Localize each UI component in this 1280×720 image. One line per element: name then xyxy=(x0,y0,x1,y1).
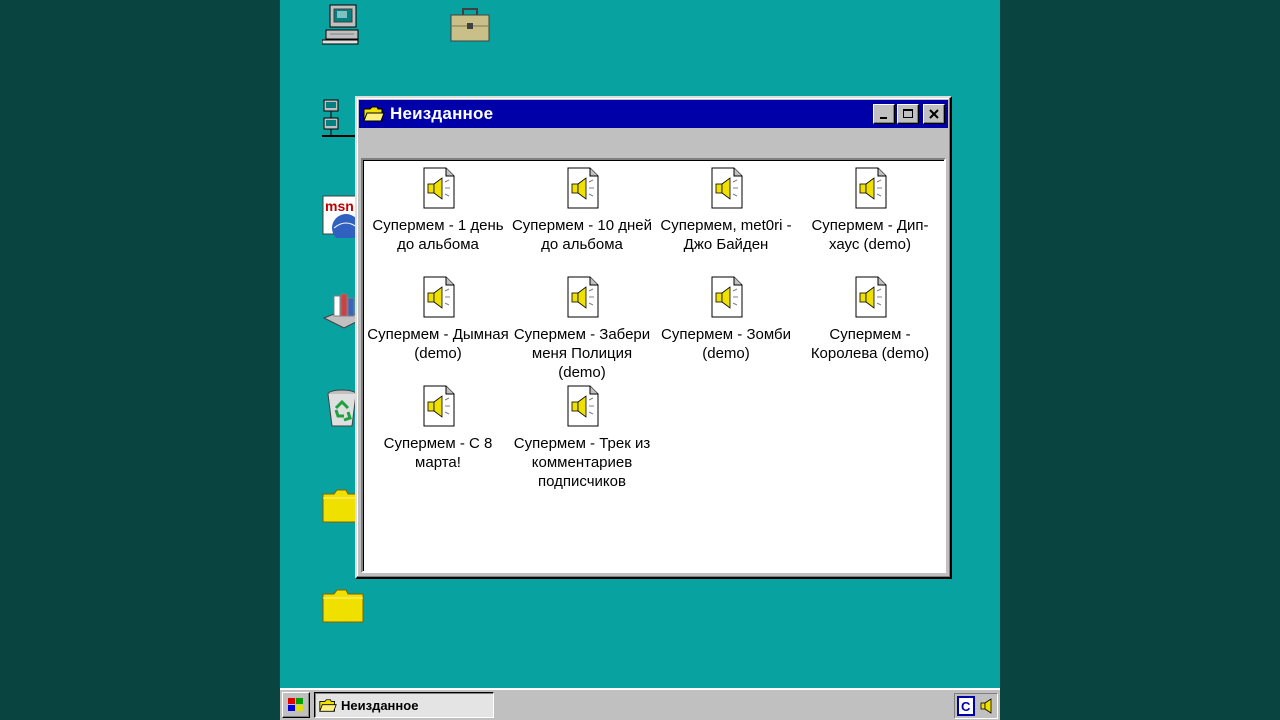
sound-file-icon xyxy=(711,276,743,318)
c-icon[interactable]: C xyxy=(957,696,975,716)
sound-file-icon xyxy=(567,167,599,209)
file-item[interactable]: Супермем - Дымная (demo) xyxy=(365,275,511,363)
file-item[interactable]: Супермем - Дип-хаус (demo) xyxy=(797,166,943,254)
taskbar: Неизданное C xyxy=(280,688,1000,720)
file-item[interactable]: Супермем - 1 день до альбома xyxy=(365,166,511,254)
maximize-icon xyxy=(903,109,913,118)
folder-open-icon xyxy=(363,106,385,122)
sound-file-icon xyxy=(567,385,599,427)
sound-file-icon xyxy=(423,167,455,209)
file-label: Супермем - Королева (demo) xyxy=(810,326,930,362)
svg-text:C: C xyxy=(961,699,971,714)
file-label: Супермем - Зомби (demo) xyxy=(661,326,791,362)
sound-file-icon xyxy=(567,276,599,318)
file-item[interactable]: Супермем - Трек из комментариев подписчи… xyxy=(509,384,655,491)
file-item[interactable]: Супермем - 10 дней до альбома xyxy=(509,166,655,254)
maximize-button[interactable] xyxy=(897,104,919,124)
start-button[interactable] xyxy=(282,692,310,718)
sound-file-icon xyxy=(423,276,455,318)
sound-file-icon xyxy=(423,385,455,427)
file-item[interactable]: Супермем - Королева (demo) xyxy=(797,275,943,363)
file-label: Супермем - С 8 марта! xyxy=(383,435,493,471)
folder-open-icon xyxy=(319,698,337,712)
file-label: Супермем - Забери меня Полиция (demo) xyxy=(513,326,651,381)
speaker-icon[interactable] xyxy=(979,697,995,715)
close-button[interactable] xyxy=(923,104,945,124)
system-tray: C xyxy=(954,693,998,719)
close-icon xyxy=(929,109,939,119)
minimize-icon xyxy=(880,117,887,119)
windows-logo-icon xyxy=(288,698,303,711)
taskbar-window-label: Неизданное xyxy=(341,697,419,713)
file-item[interactable]: Супермем - С 8 марта! xyxy=(365,384,511,472)
sound-file-icon xyxy=(855,276,887,318)
file-label: Супермем - Дип-хаус (demo) xyxy=(811,217,929,253)
sound-file-icon xyxy=(855,167,887,209)
sound-file-icon xyxy=(711,167,743,209)
window-title: Неизданное xyxy=(390,104,494,123)
file-label: Супермем - Дымная (demo) xyxy=(367,326,509,362)
window-toolbar-area xyxy=(359,128,948,156)
desktop: msn Неизданное Супермем - 1 день до альб… xyxy=(280,0,1000,720)
file-item[interactable]: Супермем - Зомби (demo) xyxy=(653,275,799,363)
minimize-button[interactable] xyxy=(873,104,895,124)
svg-text:msn: msn xyxy=(325,198,354,214)
briefcase-icon[interactable] xyxy=(448,4,492,48)
file-label: Супермем - 1 день до альбома xyxy=(372,217,504,253)
window-titlebar[interactable]: Неизданное xyxy=(359,100,948,128)
taskbar-window-button[interactable]: Неизданное xyxy=(314,692,494,718)
folder-content[interactable]: Супермем - 1 день до альбома Супермем - 1… xyxy=(361,158,946,573)
file-label: Супермем - 10 дней до альбома xyxy=(511,217,653,253)
file-label: Супермем, met0ri - Джо Байден xyxy=(660,217,792,253)
file-item[interactable]: Супермем, met0ri - Джо Байден xyxy=(653,166,799,254)
folder-icon[interactable] xyxy=(322,584,366,628)
file-label: Супермем - Трек из комментариев подписчи… xyxy=(513,435,651,490)
file-item[interactable]: Супермем - Забери меня Полиция (demo) xyxy=(509,275,655,382)
my-computer-icon[interactable] xyxy=(322,2,366,46)
folder-window[interactable]: Неизданное Супермем - 1 день до альбома С… xyxy=(355,96,952,579)
